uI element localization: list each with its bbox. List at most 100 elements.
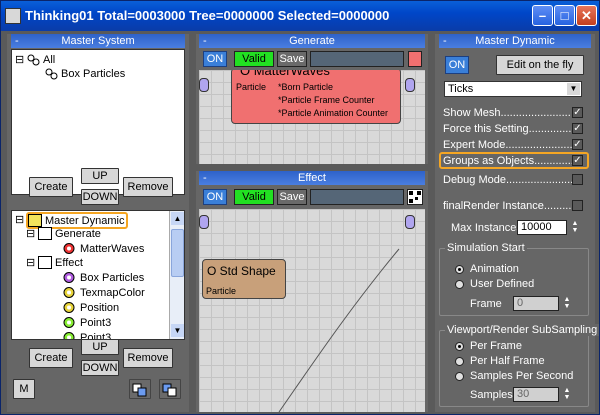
subsampling-title: Viewport/Render SubSampling	[445, 324, 600, 336]
scroll-down-icon[interactable]: ▼	[171, 324, 184, 337]
generate-header[interactable]: - Generate	[199, 34, 425, 48]
per-half-frame-radio[interactable]	[455, 357, 464, 366]
gear-icon	[62, 286, 76, 299]
up-button[interactable]: UP	[81, 339, 119, 355]
list-item[interactable]: Box Particles	[61, 67, 125, 81]
master-dynamic-panel: - Master Dynamic ON Edit on the fly Tick…	[435, 34, 600, 412]
left-column: - Master System ⊟ All Box Particles Crea…	[7, 34, 189, 412]
groups-as-objects-checkbox[interactable]: ✓	[572, 155, 583, 166]
std-shape-node[interactable]: O Std Shape Particle	[202, 259, 286, 299]
minimize-button[interactable]: –	[532, 5, 553, 26]
tree-scrollbar[interactable]: ▲ ▼	[169, 211, 184, 339]
window-title: Thinking01 Total=0003000 Tree=0000000 Se…	[25, 8, 390, 23]
chevron-down-icon[interactable]: ▼	[567, 83, 580, 95]
generate-canvas[interactable]: O MatterWaves Particle *Born Particle *P…	[199, 70, 425, 164]
expert-mode-label: Expert Mode.......................	[443, 139, 576, 151]
node-title: O MatterWaves	[240, 70, 330, 78]
list-item[interactable]: All	[43, 53, 55, 67]
qr-icon[interactable]	[407, 189, 423, 205]
remove-button[interactable]: Remove	[123, 348, 173, 368]
edit-on-the-fly-button[interactable]: Edit on the fly	[496, 55, 584, 75]
frame-input[interactable]: 0	[513, 296, 559, 311]
expand-toggle[interactable]: ⊟	[15, 213, 24, 227]
main-window: Thinking01 Total=0003000 Tree=0000000 Se…	[0, 0, 600, 415]
copy-icon[interactable]	[129, 379, 151, 399]
tree-item-point3[interactable]: Point3	[80, 316, 111, 330]
show-mesh-checkbox[interactable]: ✓	[572, 107, 583, 118]
m-button[interactable]: M	[13, 379, 35, 399]
frame-spinner[interactable]: ▲ ▼	[562, 296, 572, 311]
generate-name-field[interactable]	[310, 51, 404, 67]
node-type: Particle	[206, 286, 237, 296]
scroll-up-icon[interactable]: ▲	[171, 212, 184, 225]
samples-per-second-radio[interactable]	[455, 372, 464, 381]
animation-label: Animation	[470, 263, 519, 275]
force-setting-label: Force this Setting..............	[443, 123, 572, 135]
tree-item-position[interactable]: Position	[80, 301, 119, 315]
tree-item-effect[interactable]: Effect	[55, 256, 83, 270]
system-icon	[26, 53, 40, 66]
frame-label: Frame	[470, 298, 502, 310]
effect-header[interactable]: - Effect	[199, 171, 425, 185]
user-defined-radio[interactable]	[455, 280, 464, 289]
gear-icon	[62, 271, 76, 284]
output-pin[interactable]	[405, 215, 415, 229]
per-frame-label: Per Frame	[470, 340, 522, 352]
generate-save-button[interactable]: Save	[277, 51, 307, 67]
input-pin[interactable]	[199, 78, 209, 92]
scroll-thumb[interactable]	[171, 229, 184, 277]
units-dropdown[interactable]: Ticks ▼	[444, 81, 582, 97]
tree-item-master-dynamic[interactable]: Master Dynamic	[45, 214, 124, 228]
create-button[interactable]: Create	[29, 348, 73, 368]
tree-item-texmapcolor[interactable]: TexmapColor	[80, 286, 145, 300]
debug-mode-checkbox[interactable]	[572, 174, 583, 185]
user-defined-label: User Defined	[470, 278, 535, 290]
generate-on-button[interactable]: ON	[203, 51, 227, 67]
generate-valid-indicator: Valid	[234, 51, 274, 67]
node-title: O Std Shape	[207, 264, 276, 278]
final-render-checkbox[interactable]	[572, 200, 583, 211]
expand-toggle[interactable]: ⊟	[26, 256, 35, 270]
expand-toggle[interactable]: ⊟	[15, 53, 24, 67]
samples-input[interactable]: 30	[513, 387, 559, 402]
per-frame-radio[interactable]	[455, 342, 464, 351]
force-setting-checkbox[interactable]: ✓	[572, 123, 583, 134]
effect-canvas[interactable]: O Std Shape Particle	[199, 209, 425, 412]
master-system-header[interactable]: - Master System	[11, 34, 185, 48]
close-button[interactable]: ✕	[576, 5, 597, 26]
max-instances-spinner[interactable]: ▲ ▼	[570, 220, 580, 235]
debug-mode-label: Debug Mode......................	[443, 174, 574, 186]
samples-spinner[interactable]: ▲ ▼	[562, 387, 572, 402]
master-dynamic-header[interactable]: - Master Dynamic	[439, 34, 591, 48]
show-mesh-label: Show Mesh.......................	[443, 107, 571, 119]
expand-toggle[interactable]: ⊟	[26, 227, 35, 241]
input-pin[interactable]	[199, 215, 209, 229]
paste-icon[interactable]	[159, 379, 181, 399]
generate-color-swatch[interactable]	[408, 51, 422, 67]
node-type: Particle	[236, 82, 267, 92]
dynamic-tree[interactable]: ⊟ Master Dynamic ⊟ Generate MatterWaves …	[11, 210, 185, 340]
output-pin[interactable]	[405, 78, 415, 92]
matterwaves-node[interactable]: O MatterWaves Particle *Born Particle *P…	[231, 70, 401, 124]
expert-mode-checkbox[interactable]: ✓	[572, 139, 583, 150]
animation-radio[interactable]	[455, 265, 464, 274]
gear-icon	[62, 316, 76, 329]
create-button[interactable]: Create	[29, 177, 73, 197]
master-on-button[interactable]: ON	[445, 56, 469, 74]
tree-item-matterwaves[interactable]: MatterWaves	[80, 242, 144, 256]
gear-icon	[62, 331, 76, 339]
effect-valid-indicator: Valid	[234, 189, 274, 205]
effect-name-field[interactable]	[310, 189, 404, 205]
up-button[interactable]: UP	[81, 168, 119, 184]
max-instances-input[interactable]: 10000	[517, 220, 567, 235]
tree-item-box-particles[interactable]: Box Particles	[80, 271, 144, 285]
effect-save-button[interactable]: Save	[277, 189, 307, 205]
groups-as-objects-label: Groups as Objects.............	[443, 155, 574, 167]
maximize-button[interactable]: □	[554, 5, 575, 26]
effect-on-button[interactable]: ON	[203, 189, 227, 205]
remove-button[interactable]: Remove	[123, 177, 173, 197]
title-bar[interactable]: Thinking01 Total=0003000 Tree=0000000 Se…	[1, 1, 599, 31]
down-button[interactable]: DOWN	[81, 189, 119, 205]
tree-item-generate[interactable]: Generate	[55, 227, 101, 241]
down-button[interactable]: DOWN	[81, 360, 119, 376]
